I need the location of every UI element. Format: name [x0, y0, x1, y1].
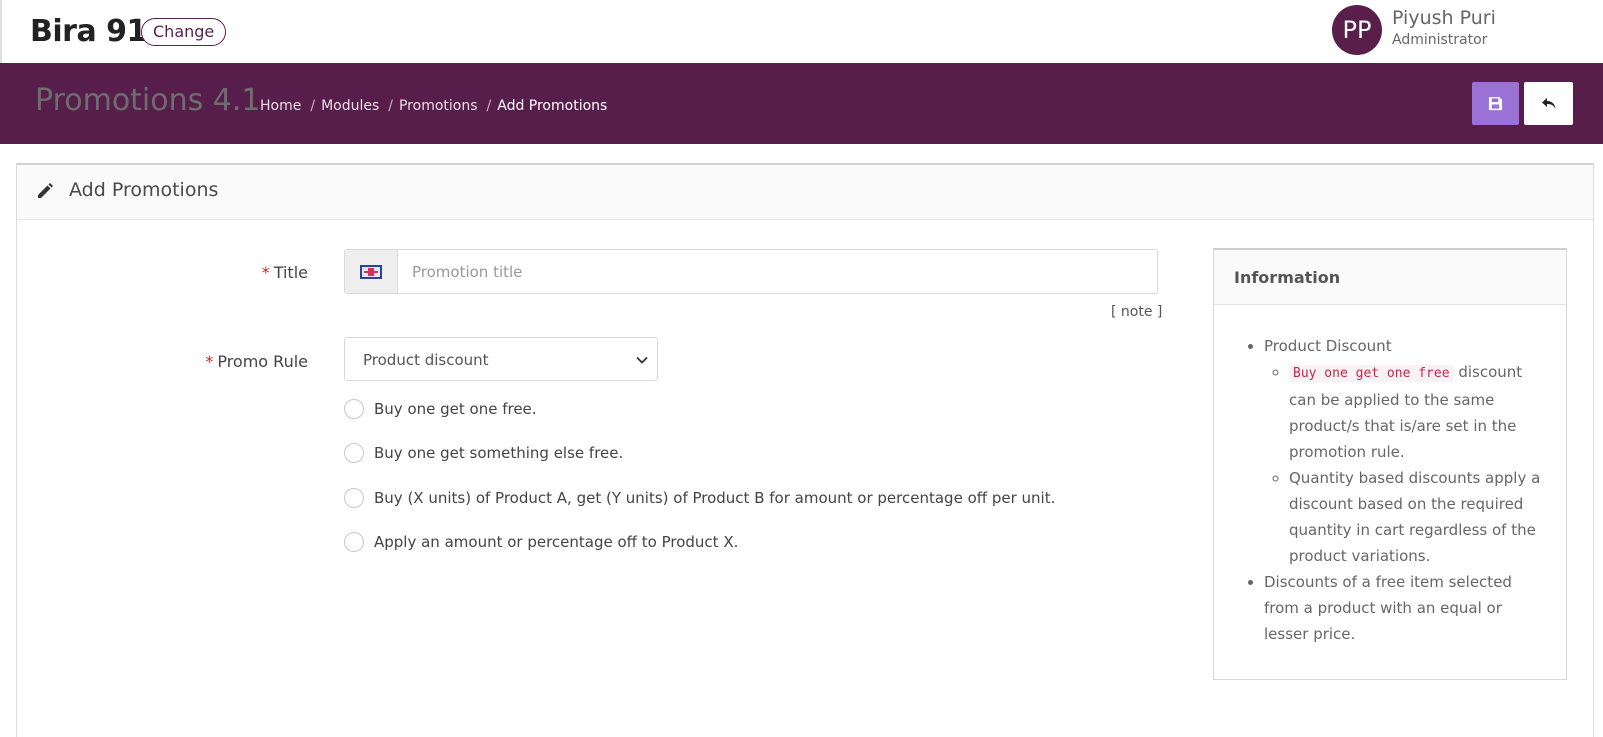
avatar[interactable]: PP: [1332, 5, 1382, 55]
info-item: Product Discount Buy one get one free di…: [1264, 333, 1542, 569]
breadcrumb-current: Add Promotions: [497, 98, 608, 114]
promo-option-amount-off[interactable]: Apply an amount or percentage off to Pro…: [344, 532, 738, 552]
info-item-text: Product Discount: [1264, 337, 1392, 355]
page-title: Promotions 4.1: [35, 83, 261, 118]
back-button[interactable]: [1524, 82, 1573, 125]
promo-option-bogo[interactable]: Buy one get one free.: [344, 399, 537, 419]
radio-label[interactable]: Apply an amount or percentage off to Pro…: [374, 533, 738, 551]
language-flag-addon[interactable]: [345, 250, 398, 293]
radio-button[interactable]: [344, 443, 364, 463]
promo-rule-select[interactable]: Product discount: [344, 337, 658, 381]
info-subitem-text: Quantity based discounts apply a discoun…: [1289, 469, 1541, 565]
change-brand-button[interactable]: Change: [141, 18, 227, 46]
title-input-group: [344, 249, 1158, 294]
code-snippet: Buy one get one free: [1289, 365, 1454, 382]
information-panel: Information Product Discount Buy one get…: [1213, 248, 1567, 680]
radio-button[interactable]: [344, 488, 364, 508]
title-input[interactable]: [398, 250, 1157, 293]
required-mark: *: [261, 263, 270, 282]
information-body: Product Discount Buy one get one free di…: [1214, 305, 1566, 647]
card-header: Add Promotions: [17, 165, 1593, 220]
promo-option-bogo-else[interactable]: Buy one get something else free.: [344, 443, 623, 463]
breadcrumb-home[interactable]: Home: [260, 98, 301, 114]
page-header-band: Promotions 4.1 Home / Modules / Promotio…: [0, 63, 1603, 144]
radio-button[interactable]: [344, 399, 364, 419]
info-item-text: Discounts of a free item selected from a…: [1264, 573, 1512, 643]
promo-option-buy-x-get-y[interactable]: Buy (X units) of Product A, get (Y units…: [344, 488, 1055, 508]
required-mark: *: [205, 352, 214, 371]
radio-label[interactable]: Buy one get something else free.: [374, 444, 623, 462]
note-link[interactable]: [ note ]: [1111, 304, 1162, 320]
breadcrumb-modules[interactable]: Modules: [321, 98, 379, 114]
pencil-icon: [38, 183, 53, 198]
information-title: Information: [1214, 250, 1566, 305]
save-icon: [1488, 96, 1503, 111]
promo-rule-selected-value: Product discount: [363, 351, 489, 369]
title-label: * Title: [261, 263, 308, 282]
info-subitem: Buy one get one free discount can be app…: [1289, 359, 1542, 465]
card-title: Add Promotions: [69, 179, 219, 201]
user-role: Administrator: [1392, 32, 1488, 48]
info-item: Discounts of a free item selected from a…: [1264, 569, 1542, 647]
top-header: Bira 91 Change PP Piyush Puri Administra…: [0, 0, 1603, 63]
radio-label[interactable]: Buy one get one free.: [374, 400, 537, 418]
breadcrumb-separator: /: [388, 98, 393, 114]
info-subitem: Quantity based discounts apply a discoun…: [1289, 465, 1542, 569]
chevron-down-icon: [636, 356, 648, 364]
radio-button[interactable]: [344, 532, 364, 552]
brand-name: Bira 91: [30, 14, 147, 49]
flag-icon: [360, 264, 382, 279]
promo-rule-label: * Promo Rule: [205, 352, 308, 371]
undo-icon: [1541, 97, 1555, 109]
save-button[interactable]: [1472, 82, 1519, 125]
radio-label[interactable]: Buy (X units) of Product A, get (Y units…: [374, 489, 1055, 507]
user-name[interactable]: Piyush Puri: [1392, 7, 1496, 29]
breadcrumb-separator: /: [310, 98, 316, 114]
breadcrumb-promotions[interactable]: Promotions: [399, 98, 478, 114]
breadcrumb-separator: /: [486, 98, 492, 114]
breadcrumb: Home / Modules / Promotions / Add Promot…: [260, 98, 607, 114]
